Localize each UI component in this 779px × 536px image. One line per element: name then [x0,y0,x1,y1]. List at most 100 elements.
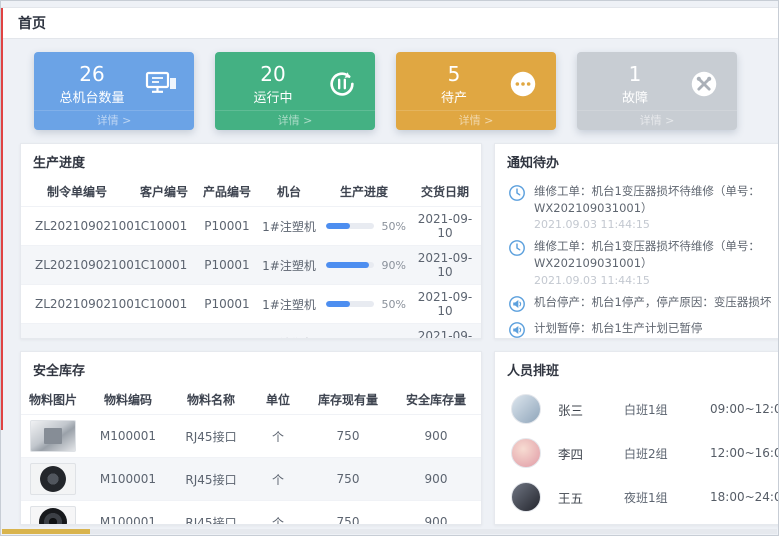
material-photo-cell [21,501,85,526]
notification-item[interactable]: 维修工单：机台1变压器损坏待维修（单号：WX202109031001） 2021… [499,177,779,232]
inventory-table: 物料图片物料编码物料名称单位库存现有量安全库存量 M100001 R [21,385,481,525]
speaker-icon [508,295,526,313]
material-photo-cell [21,458,85,501]
delivery-date-cell: 2021-09-10 [409,285,481,324]
inventory-table-body: M100001 RJ45接口 个 750 900 [21,415,481,526]
customer-cell: C10001 [133,285,195,324]
stat-card-main: 26 总机台数量 [34,52,194,110]
material-photo [30,463,76,495]
avatar [511,394,541,424]
product-cell: P10001 [195,207,259,246]
safety-stock-cell: 900 [391,415,481,458]
machine-cell: 1#注塑机 [259,246,319,285]
order-no-cell: ZL202109021001 [21,246,133,285]
progress-cell: 50% [319,324,409,340]
production-row: ZL202109021001 C10001 P10001 1#注塑机 [21,207,481,246]
person-name: 王五 [558,488,624,507]
material-name-cell: RJ45接口 [171,458,251,501]
clock-icon [508,239,526,257]
stat-card-main: 5 待产 [396,52,556,110]
speaker-icon [508,321,526,339]
person-time: 09:00~12:00 [710,402,779,416]
unit-cell: 个 [251,415,305,458]
machine-cell: 1#注塑机 [259,324,319,340]
production-table-body: ZL202109021001 C10001 P10001 1#注塑机 [21,207,481,340]
progress-percent: 90% [382,259,406,272]
material-code-cell: M100001 [85,501,171,526]
progress-bar [326,301,374,307]
notification-body: 机台停产：机台1停产，停产原因：变压器损坏 [534,294,771,313]
schedule-row: 李四 白班2组 12:00~16:00 [499,431,779,475]
machine-cell: 1#注塑机 [259,207,319,246]
stat-card-waiting[interactable]: 5 待产 详情 > [396,52,556,130]
notification-item[interactable]: 计划暂停：机台1生产计划已暂停 2021.09.03 11:44:15 [499,314,779,339]
clock-icon [508,184,526,202]
inventory-panel-title: 安全库存 [21,352,481,385]
order-no-cell: ZL202109021001 [21,207,133,246]
customer-cell: C10001 [133,207,195,246]
machine-cell: 1#注塑机 [259,285,319,324]
stat-card-total-machines[interactable]: 26 总机台数量 详情 > [34,52,194,130]
material-photo [30,506,76,525]
unit-cell: 个 [251,501,305,526]
left-column: 生产进度 制令单编号客户编号产品编号机台生产进度交货日期 [20,143,482,525]
detail-link[interactable]: 详情 > [34,110,194,130]
safety-stock-cell: 900 [391,501,481,526]
safety-stock-cell: 900 [391,458,481,501]
material-photo [30,420,76,452]
detail-link[interactable]: 详情 > [215,110,375,130]
progress-cell: 90% [319,246,409,285]
production-table: 制令单编号客户编号产品编号机台生产进度交货日期 ZL202109021001 C… [21,177,481,339]
stat-card-fault[interactable]: 1 故障 详情 > [577,52,737,130]
notifications-panel-title: 通知待办 [495,144,779,177]
stat-card-running[interactable]: 20 运行中 详情 > [215,52,375,130]
schedule-list: 张三 白班1组 09:00~12:00 李四 白班2组 12:00~16:00 [495,385,779,521]
production-column-header: 交货日期 [409,177,481,207]
notification-item[interactable]: 维修工单：机台1变压器损坏待维修（单号：WX202109031001） 2021… [499,232,779,287]
notification-text: 计划暂停：机台1生产计划已暂停 [534,320,702,337]
material-name-cell: RJ45接口 [171,415,251,458]
production-row: ZL202109021001 C10001 P10001 1#注塑机 [21,324,481,340]
person-time: 12:00~16:00 [710,446,779,460]
product-cell: P10001 [195,324,259,340]
inventory-column-header: 单位 [251,385,305,415]
inventory-column-header: 物料图片 [21,385,85,415]
progress-bar [326,223,374,229]
progress-percent: 50% [382,298,406,311]
production-column-header: 生产进度 [319,177,409,207]
machine-icon [140,67,182,101]
inventory-column-header: 物料名称 [171,385,251,415]
detail-link[interactable]: 详情 > [577,110,737,130]
inventory-column-header: 安全库存量 [391,385,481,415]
product-cell: P10001 [195,285,259,324]
dashboard-page: 首页 26 总机台数量 [0,0,779,536]
progress-cell: 50% [319,207,409,246]
progress-bar [326,262,374,268]
stat-value: 26 [44,63,140,86]
schedule-panel: 人员排班 张三 白班1组 09:00~12:00 [494,351,779,525]
scrollbar-thumb[interactable] [2,529,90,534]
customer-cell: C10001 [133,324,195,340]
horizontal-scrollbar[interactable] [2,529,777,534]
current-stock-cell: 750 [305,501,391,526]
stat-label: 总机台数量 [44,87,140,106]
schedule-panel-title: 人员排班 [495,352,779,385]
progress-bar-fill [326,223,350,229]
notification-item[interactable]: 机台停产：机台1停产，停产原因：变压器损坏 [499,288,779,314]
delivery-date-cell: 2021-09-10 [409,207,481,246]
inventory-row: M100001 RJ45接口 个 750 900 [21,501,481,526]
person-name: 李四 [558,444,624,463]
material-code-cell: M100001 [85,415,171,458]
unit-cell: 个 [251,458,305,501]
right-column: 通知待办 维修工单：机台1变压器损坏待维修（单号：W [494,143,779,525]
detail-link[interactable]: 详情 > [396,110,556,130]
person-shift: 白班1组 [624,401,710,418]
stat-card-stats: 1 故障 [587,63,683,106]
production-row: ZL202109021001 C10001 P10001 1#注塑机 [21,285,481,324]
repair-tools-icon [683,68,725,100]
running-cycle-icon [321,68,363,100]
left-edge-accent [1,8,3,430]
notification-body: 维修工单：机台1变压器损坏待维修（单号：WX202109031001） 2021… [534,238,779,286]
production-column-header: 产品编号 [195,177,259,207]
person-name: 张三 [558,400,624,419]
